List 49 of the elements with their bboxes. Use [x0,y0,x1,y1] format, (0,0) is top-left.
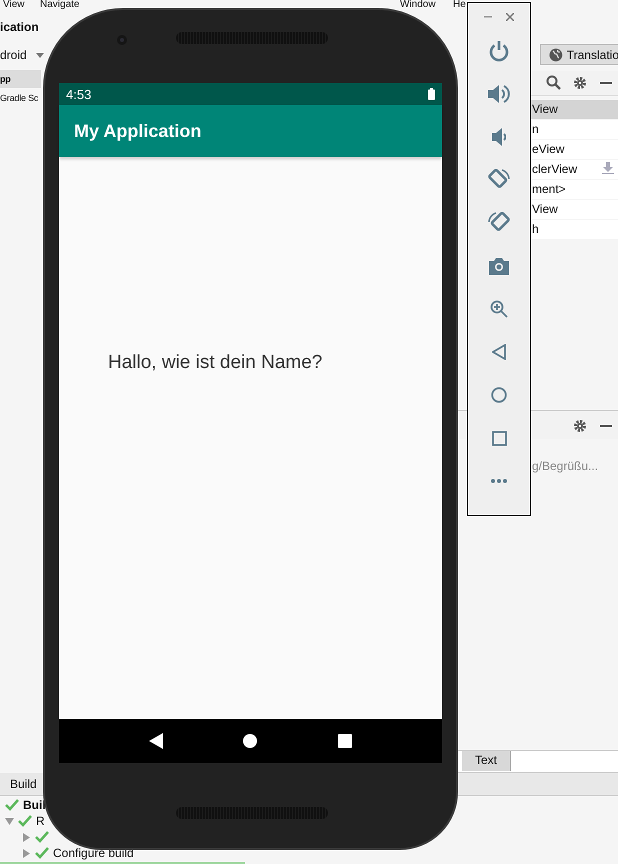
home-icon[interactable] [243,734,258,748]
tree-arrow-icon[interactable] [22,832,31,842]
settings-icon[interactable] [573,419,587,433]
minimize-icon[interactable] [484,16,492,18]
battery-icon [428,88,435,100]
close-icon[interactable] [506,13,514,21]
search-icon[interactable] [546,75,561,90]
tree-arrow-icon[interactable] [22,848,31,858]
project-tree-item[interactable]: Gradle Sc [0,89,41,107]
project-view-dropdown[interactable]: droid [0,48,27,62]
project-tree-item[interactable]: pp [0,70,41,88]
volume-up-icon[interactable] [488,84,510,104]
app-title: My Application [74,120,202,142]
tree-arrow-icon[interactable] [5,816,14,826]
component-tree-item[interactable]: h [531,220,618,239]
check-icon [18,815,32,827]
menu-item[interactable]: Window [400,0,436,10]
component-tree-item[interactable]: View [531,100,618,119]
menu-item[interactable]: Navigate [40,0,80,10]
status-time: 4:53 [66,86,92,102]
globe-icon [549,48,563,62]
attribute-value: g/Begrüßu... [532,459,598,473]
component-tree-item[interactable]: eView [531,140,618,159]
check-icon [35,831,49,843]
build-tree-item[interactable]: R [36,814,45,828]
back-icon[interactable] [149,733,164,749]
power-icon[interactable] [488,40,510,62]
check-icon [35,847,49,859]
menu-item[interactable]: He [453,0,466,10]
overview-icon[interactable] [338,734,352,748]
menu-item[interactable]: View [3,0,24,10]
volume-down-icon[interactable] [492,128,506,146]
camera-icon[interactable] [489,257,509,275]
greeting-text: Hallo, wie ist dein Name? [108,352,322,373]
check-icon [5,799,19,811]
text-tab[interactable]: Text [462,751,511,771]
zoom-in-icon[interactable] [490,300,508,318]
build-tree-item[interactable]: Buil [23,798,46,812]
more-icon[interactable] [491,479,507,483]
camera-lens-icon [117,35,127,45]
component-tree-item[interactable]: View [531,200,618,219]
project-title: ication [0,20,39,34]
build-tab[interactable]: Build [10,777,37,791]
component-tree-item[interactable]: n [531,120,618,139]
component-tree-item[interactable]: clerView [531,160,618,179]
component-tree-item[interactable]: ment> [531,180,618,199]
caret-icon [36,53,44,58]
settings-icon[interactable] [573,76,587,90]
download-icon[interactable] [602,162,614,174]
